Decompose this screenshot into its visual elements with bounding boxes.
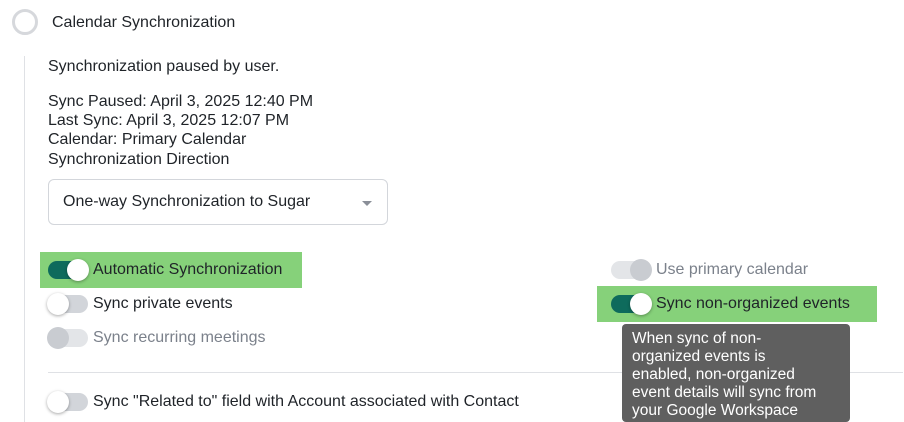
recurring-meetings-label: Sync recurring meetings xyxy=(93,329,266,346)
private-events-toggle[interactable] xyxy=(47,293,88,315)
toggle-knob xyxy=(47,327,69,349)
non-organized-toggle[interactable] xyxy=(611,293,652,315)
toggle-knob xyxy=(630,259,652,281)
status-message: Synchronization paused by user. xyxy=(48,58,280,75)
recurring-meetings-toggle xyxy=(47,327,88,349)
non-organized-label: Sync non-organized events xyxy=(656,295,850,312)
calendar-text: Calendar: Primary Calendar xyxy=(48,131,247,148)
non-organized-tooltip: When sync of non- organized events is en… xyxy=(622,324,850,422)
sync-direction-label: Synchronization Direction xyxy=(48,151,230,168)
automatic-sync-toggle[interactable] xyxy=(48,259,89,281)
tooltip-line: organized events is xyxy=(632,348,766,365)
tooltip-line: your Google Workspace xyxy=(632,402,798,419)
primary-calendar-toggle xyxy=(611,259,652,281)
tooltip-line: When sync of non- xyxy=(632,330,762,347)
tooltip-line: event details will sync from xyxy=(632,384,817,401)
toggle-knob xyxy=(630,293,652,315)
sync-paused-text: Sync Paused: April 3, 2025 12:40 PM xyxy=(48,93,314,110)
chevron-down-icon xyxy=(362,201,372,206)
non-organized-highlight: Sync non-organized events xyxy=(597,286,877,322)
section-status-circle-icon[interactable] xyxy=(12,9,38,35)
toggle-knob xyxy=(47,391,69,413)
last-sync-text: Last Sync: April 3, 2025 12:07 PM xyxy=(48,112,290,129)
section-divider-vertical xyxy=(24,56,25,422)
automatic-sync-highlight: Automatic Synchronization xyxy=(40,252,302,288)
sync-direction-select-value: One-way Synchronization to Sugar xyxy=(63,193,311,210)
automatic-sync-label: Automatic Synchronization xyxy=(93,261,283,278)
toggle-knob xyxy=(47,293,69,315)
tooltip-line: enabled, non-organized xyxy=(632,366,795,383)
private-events-label: Sync private events xyxy=(93,295,233,312)
sync-direction-select[interactable]: One-way Synchronization to Sugar xyxy=(48,179,388,225)
toggle-knob xyxy=(67,259,89,281)
related-to-toggle[interactable] xyxy=(47,391,88,413)
section-title: Calendar Synchronization xyxy=(52,14,236,31)
related-to-label: Sync "Related to" field with Account ass… xyxy=(93,393,519,410)
primary-calendar-label: Use primary calendar xyxy=(656,261,809,278)
